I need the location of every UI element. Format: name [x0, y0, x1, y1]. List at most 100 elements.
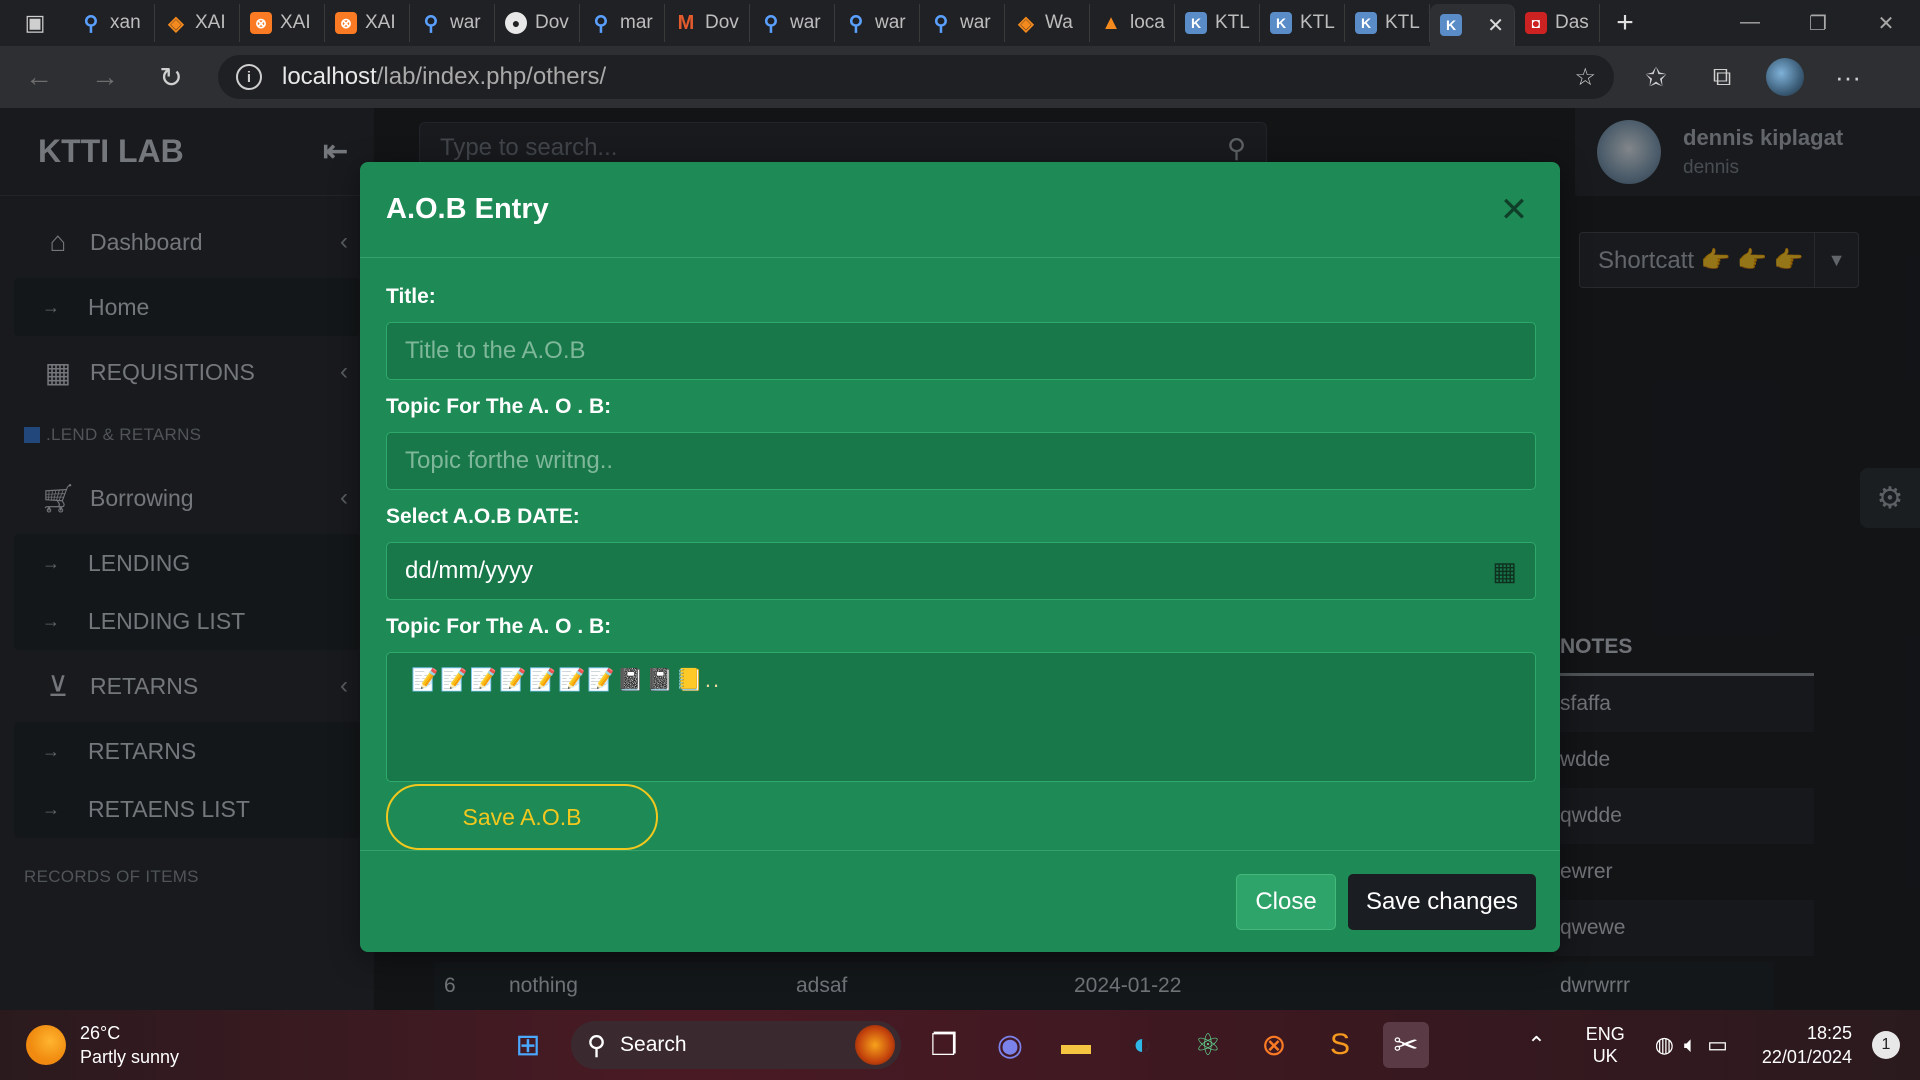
tab[interactable]: ⚲ war [835, 4, 920, 42]
restore-icon[interactable]: ❐ [1784, 11, 1852, 36]
tab[interactable]: ◈ Wa [1005, 4, 1090, 42]
tab-title: KTL [1300, 12, 1335, 33]
taskbar-search[interactable]: ⚲ Search [571, 1021, 901, 1069]
collections-icon[interactable]: ⧉ [1700, 61, 1744, 93]
tab-title: war [875, 12, 906, 33]
site-info-icon[interactable]: i [236, 64, 262, 90]
favorites-icon[interactable]: ✩ [1634, 62, 1678, 93]
notification-badge[interactable]: 1 [1872, 1031, 1900, 1059]
tab-title: mar [620, 12, 653, 33]
close-window-icon[interactable]: ✕ [1852, 11, 1920, 36]
orange-diamond-icon: ◈ [168, 12, 184, 35]
minimize-icon[interactable]: — [1716, 11, 1784, 36]
tab-title: Dov [535, 12, 569, 33]
edge-icon[interactable]: ◐ [1119, 1022, 1165, 1068]
tab[interactable]: K KTL [1260, 4, 1345, 42]
weather-widget[interactable]: 26°C Partly sunny [26, 1021, 179, 1069]
tab[interactable]: K KTL [1345, 4, 1430, 42]
atom-icon[interactable]: ⚛ [1185, 1022, 1231, 1068]
search-icon: ⚲ [83, 12, 99, 35]
search-icon: ⚲ [587, 1029, 607, 1060]
search-highlight-icon [855, 1025, 895, 1065]
tab[interactable]: ◈ XAI [155, 4, 240, 42]
close-button[interactable]: Close [1236, 873, 1336, 930]
snipping-tool-icon[interactable]: ✂ [1383, 1022, 1429, 1068]
chevron-up-icon[interactable]: ⌃ [1527, 1032, 1545, 1058]
globe-icon[interactable]: ◍ [1655, 1032, 1674, 1058]
weather-desc: Partly sunny [80, 1047, 180, 1067]
tab[interactable]: ● Dov [495, 4, 580, 42]
more-menu-icon[interactable]: ··· [1826, 62, 1870, 93]
pdf-icon: ◘ [1525, 12, 1547, 34]
search-icon: ⚲ [848, 12, 864, 35]
chat-icon[interactable]: ◉ [987, 1022, 1033, 1068]
taskbar: 26°C Partly sunny ⊞ ⚲ Search ❐ ◉ ▬ ◐ ⚛ ⊗… [0, 1010, 1920, 1080]
battery-icon[interactable]: ▭ [1707, 1032, 1728, 1058]
topic-input[interactable]: Topic forthe writng.. [386, 432, 1536, 490]
save-changes-button[interactable]: Save changes [1348, 873, 1536, 930]
tab[interactable]: ⚲ mar [580, 4, 665, 42]
tab-title: KTL [1215, 12, 1250, 33]
calendar-icon[interactable]: ▦ [1492, 556, 1517, 587]
profile-avatar[interactable] [1766, 58, 1804, 96]
browser-toolbar: ✩ ⧉ ··· [1634, 58, 1870, 96]
forward-icon[interactable]: → [78, 50, 132, 104]
url-field[interactable]: i localhost/lab/index.php/others/ ☆ [218, 55, 1614, 99]
system-tray: ⌃ ENG UK ◍ 🔈︎ ▭ 18:25 22/01/2024 1 [1527, 1010, 1920, 1080]
sublime-icon[interactable]: S [1317, 1022, 1363, 1068]
notes-textarea[interactable]: 📝📝📝📝📝📝📝📓📓📒.. [386, 652, 1536, 782]
tab-strip: ⚲ xan ◈ XAI ⊗ XAI ⊗ XAI ⚲ war ● Dov ⚲ mar M Dov ⚲ war ⚲ war… [70, 0, 1600, 46]
tab[interactable]: ◘ Das [1515, 4, 1600, 42]
ktl-icon: K [1355, 12, 1377, 34]
tab-close-icon[interactable]: ✕ [1487, 13, 1504, 38]
tab-title: war [450, 12, 481, 33]
tab[interactable]: ⊗ XAI [240, 4, 325, 42]
refresh-icon[interactable]: ↻ [144, 50, 198, 104]
modal-body: Title: Title to the A.O.B Topic For The … [360, 258, 1560, 850]
topic2-label: Topic For The A. O . B: [386, 615, 612, 638]
orange-diamond-icon: ◈ [1018, 12, 1034, 35]
tab-title: KTL [1385, 12, 1420, 33]
date-input[interactable]: dd/mm/yyyy ▦ [386, 542, 1536, 600]
save-aob-button[interactable]: Save A.O.B [386, 784, 658, 850]
tab[interactable]: K ✕ [1430, 4, 1515, 46]
tab-title: xan [110, 12, 141, 33]
tab[interactable]: ⚲ war [750, 4, 835, 42]
tab[interactable]: ⚲ war [410, 4, 495, 42]
clock[interactable]: 18:25 22/01/2024 [1762, 1021, 1852, 1069]
back-icon[interactable]: ← [12, 50, 66, 104]
github-icon: ● [505, 12, 527, 34]
tab[interactable]: K KTL [1175, 4, 1260, 42]
xampp-icon[interactable]: ⊗ [1251, 1022, 1297, 1068]
tab-title: XAI [195, 12, 226, 33]
ktl-icon: K [1185, 12, 1207, 34]
tab[interactable]: ▲ loca [1090, 4, 1175, 42]
modal-footer: Close Save changes [360, 850, 1560, 952]
close-icon[interactable]: ✕ [1494, 190, 1534, 230]
windows-start-icon[interactable]: ⊞ [505, 1022, 551, 1068]
tab[interactable]: ⚲ war [920, 4, 1005, 42]
tab-title: Dov [705, 12, 739, 33]
new-tab-button[interactable]: + [1600, 6, 1650, 40]
xampp-icon: ⊗ [250, 12, 272, 34]
clock-date: 22/01/2024 [1761, 1047, 1852, 1067]
language-indicator[interactable]: ENG UK [1586, 1023, 1625, 1067]
tab[interactable]: M Dov [665, 4, 750, 42]
volume-icon[interactable]: 🔈︎ [1684, 1032, 1697, 1058]
title-input[interactable]: Title to the A.O.B [386, 322, 1536, 380]
aob-entry-modal: A.O.B Entry ✕ Title: Title to the A.O.B … [360, 162, 1560, 952]
tab[interactable]: ⊗ XAI [325, 4, 410, 42]
search-icon: ⚲ [763, 12, 779, 35]
tab[interactable]: ⚲ xan [70, 4, 155, 42]
tab-actions-icon[interactable]: ▣ [0, 0, 70, 46]
task-view-icon[interactable]: ❐ [921, 1022, 967, 1068]
file-explorer-icon[interactable]: ▬ [1053, 1022, 1099, 1068]
ktl-icon: K [1270, 12, 1292, 34]
modal-title: A.O.B Entry [386, 193, 549, 225]
tab-title: XAI [280, 12, 311, 33]
url-text[interactable]: localhost/lab/index.php/others/ [282, 63, 606, 91]
tab-title: Das [1555, 12, 1589, 33]
title-label: Title: [386, 285, 436, 308]
modal-header: A.O.B Entry ✕ [360, 162, 1560, 258]
add-favorite-icon[interactable]: ☆ [1574, 63, 1596, 92]
